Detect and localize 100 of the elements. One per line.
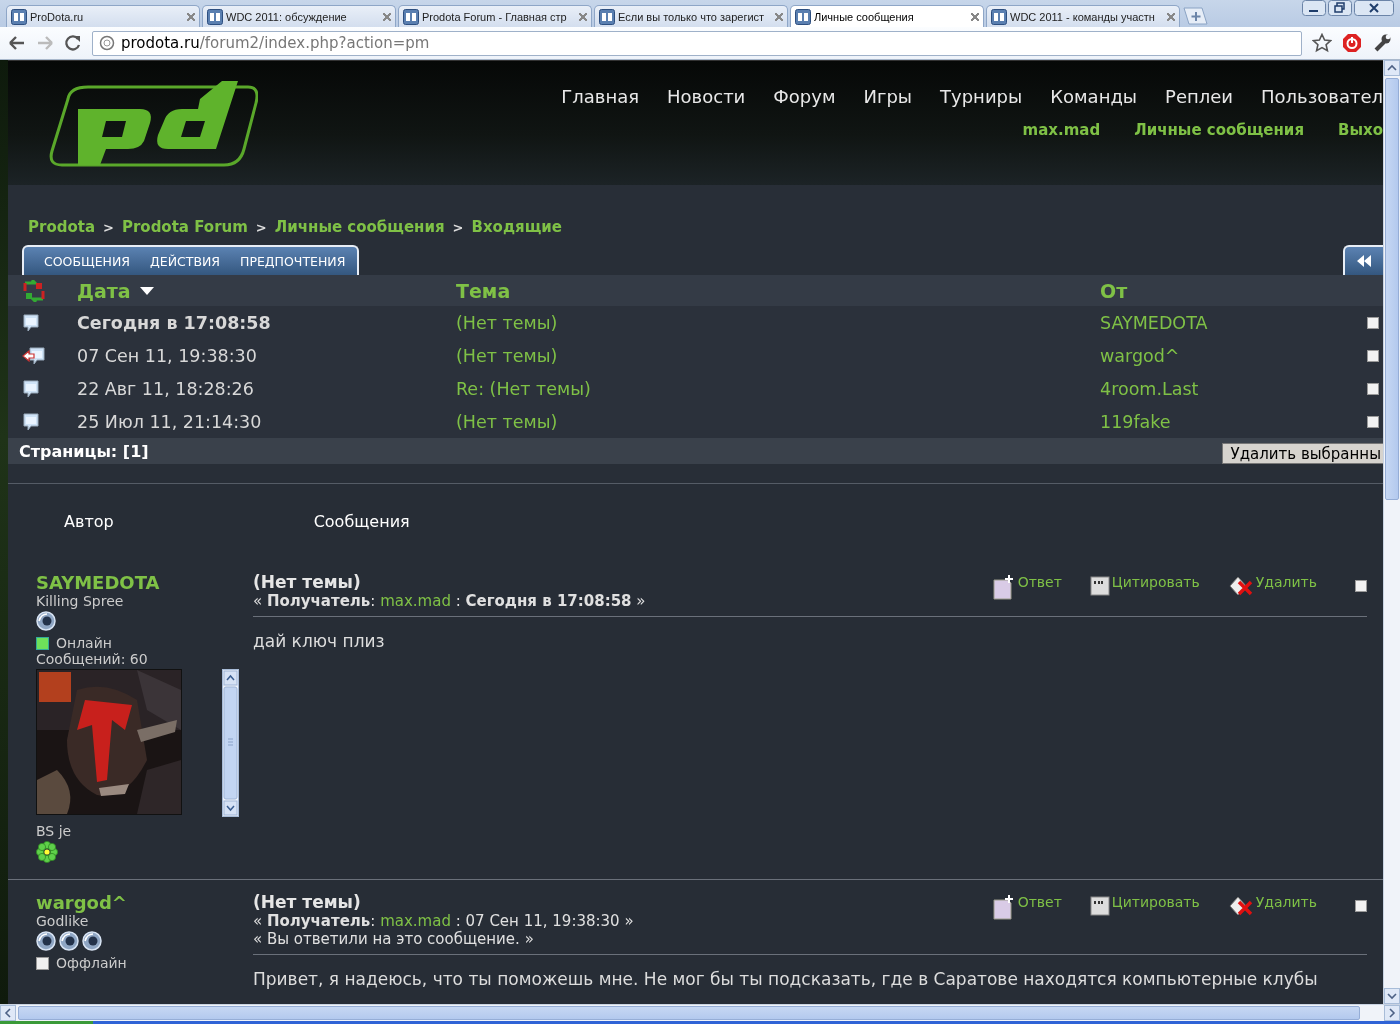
nav-link[interactable]: Главная (561, 86, 640, 107)
pages-label: Страницы: [1] (19, 441, 149, 461)
scrollbar[interactable] (222, 669, 239, 817)
author-link[interactable]: SAYMEDOTA (36, 572, 160, 593)
reply-note: « Вы ответили на это сообщение. » (253, 930, 535, 948)
checkbox[interactable] (1367, 349, 1379, 362)
horizontal-scrollbar[interactable] (0, 1004, 1400, 1021)
flower-icon[interactable] (36, 841, 58, 863)
checkbox[interactable] (1367, 316, 1379, 329)
menu-tab[interactable]: ДЕЙСТВИЯ (150, 253, 220, 269)
nav-link[interactable]: Форум (773, 86, 836, 107)
menu-tab[interactable]: СООБЩЕНИЯ (44, 253, 130, 269)
nav-link[interactable]: Игры (863, 86, 913, 107)
site-icon (795, 8, 811, 25)
subject-link[interactable]: (Нет темы) (456, 312, 558, 333)
url-text: prodota.ru/forum2/index.php?action=pm (121, 34, 430, 52)
nav-link[interactable]: Реплеи (1165, 86, 1234, 107)
post-count: Сообщений: 60 (36, 651, 148, 667)
message-reply-icon (22, 346, 46, 365)
delete-selected-button[interactable]: Удалить выбранны (1221, 443, 1383, 464)
browser-tab[interactable]: Личные сообщения (790, 5, 984, 27)
recipient-link[interactable]: max.mad (380, 912, 451, 930)
action-link[interactable]: Цитировать (1089, 894, 1200, 916)
star-icon[interactable] (1312, 33, 1332, 53)
subject-link[interactable]: (Нет темы) (456, 345, 558, 366)
delete-icon (1227, 894, 1254, 918)
date-cell-text: 22 Авг 11, 18:28:26 (77, 378, 255, 399)
column-header[interactable]: От (1100, 279, 1128, 302)
new-tab-icon[interactable] (1182, 7, 1208, 25)
post-meta: « Получатель: max.mad : 07 Сен 11, 19:38:30 » (253, 912, 635, 930)
scroll-thumb[interactable] (1385, 78, 1399, 500)
back-icon[interactable] (8, 35, 26, 51)
sender-link[interactable]: 119fake (1100, 411, 1171, 432)
stop-sign-icon[interactable] (1342, 33, 1362, 53)
nav-link[interactable]: Пользовател (1261, 86, 1383, 107)
wrench-icon[interactable] (1372, 33, 1392, 53)
nav-link[interactable]: Турниры (940, 86, 1023, 107)
breadcrumb-link[interactable]: Входящие (471, 218, 562, 236)
delete-icon (1227, 574, 1254, 598)
menu-tab[interactable]: ПРЕДПОЧТЕНИЯ (240, 253, 346, 269)
browser-tab[interactable]: Prodota Forum - Главная стр (398, 5, 592, 27)
site-icon (207, 8, 223, 25)
user-link[interactable]: Выхо (1338, 121, 1383, 139)
checkbox[interactable] (1367, 415, 1379, 428)
restore-icon[interactable] (1328, 0, 1352, 16)
table-row[interactable]: 22 Авг 11, 18:28:26 Re: (Нет темы) 4room.Last (8, 372, 1383, 405)
scroll-right-icon[interactable] (1384, 1005, 1400, 1021)
subject-link[interactable]: (Нет темы) (456, 411, 558, 432)
message-icon (22, 313, 40, 332)
action-link[interactable]: Цитировать (1089, 574, 1200, 596)
arrows-icon[interactable] (22, 279, 46, 302)
vertical-scrollbar[interactable] (1383, 60, 1400, 1004)
date-cell-text: Сегодня в 17:08:58 (77, 312, 272, 333)
column-header[interactable]: Дата (77, 279, 131, 302)
quote-icon (1089, 894, 1110, 916)
reload-icon[interactable] (64, 34, 82, 52)
collapse-button[interactable] (1343, 245, 1383, 275)
subject-link[interactable]: Re: (Нет темы) (456, 378, 591, 399)
action-link[interactable]: Удалить (1227, 574, 1317, 598)
table-row[interactable]: Сегодня в 17:08:58 (Нет темы) SAYMEDOTA (8, 306, 1383, 339)
tab-title: Личные сообщения (814, 10, 915, 23)
nav-link[interactable]: Новости (667, 86, 746, 107)
action-link[interactable]: Ответ (991, 574, 1062, 600)
author-link[interactable]: wargod^ (36, 892, 127, 913)
scroll-left-icon[interactable] (0, 1005, 16, 1021)
breadcrumb-link[interactable]: Личные сообщения (274, 218, 445, 236)
browser-tab[interactable]: WDC 2011 - команды участн (986, 5, 1180, 27)
breadcrumb-link[interactable]: Prodota Forum (121, 218, 248, 236)
checkbox[interactable] (1367, 382, 1379, 395)
action-link[interactable]: Удалить (1227, 894, 1317, 918)
table-row[interactable]: 25 Июл 11, 21:14:30 (Нет темы) 119fake (8, 405, 1383, 438)
minimize-icon[interactable] (1302, 0, 1326, 16)
action-link[interactable]: Ответ (991, 894, 1062, 920)
user-link[interactable]: max.mad (1022, 121, 1101, 139)
scroll-thumb[interactable] (18, 1006, 1360, 1020)
address-bar[interactable]: prodota.ru/forum2/index.php?action=pm (92, 30, 1302, 56)
sender-link[interactable]: SAYMEDOTA (1100, 312, 1208, 333)
quote-icon (1089, 574, 1110, 596)
date-cell-text: 25 Июл 11, 21:14:30 (77, 411, 263, 432)
column-header[interactable]: Тема (456, 279, 511, 302)
post-title: (Нет темы) (253, 892, 362, 912)
sort-down-icon[interactable] (139, 285, 154, 296)
post-meta: « Получатель: max.mad : Сегодня в 17:08:58 » (253, 592, 647, 610)
table-row[interactable]: 07 Сен 11, 19:38:30 (Нет темы) wargod^ (8, 339, 1383, 372)
sender-link[interactable]: 4room.Last (1100, 378, 1199, 399)
message-icon (22, 379, 40, 398)
scroll-down-icon[interactable] (1384, 988, 1400, 1004)
nav-link[interactable]: Команды (1050, 86, 1138, 107)
browser-tab[interactable]: Если вы только что зарегист (594, 5, 788, 27)
close-icon[interactable] (1354, 0, 1394, 16)
sender-link[interactable]: wargod^ (1100, 345, 1180, 366)
breadcrumb-link[interactable]: Prodota (28, 218, 96, 236)
recipient-link[interactable]: max.mad (380, 592, 451, 610)
site-icon (11, 8, 27, 25)
checkbox[interactable] (1355, 900, 1367, 912)
browser-tab[interactable]: ProDota.ru (6, 5, 200, 27)
checkbox[interactable] (1355, 580, 1367, 592)
user-link[interactable]: Личные сообщения (1134, 121, 1304, 139)
scroll-up-icon[interactable] (1384, 60, 1400, 76)
browser-tab[interactable]: WDC 2011: обсуждение (202, 5, 396, 27)
